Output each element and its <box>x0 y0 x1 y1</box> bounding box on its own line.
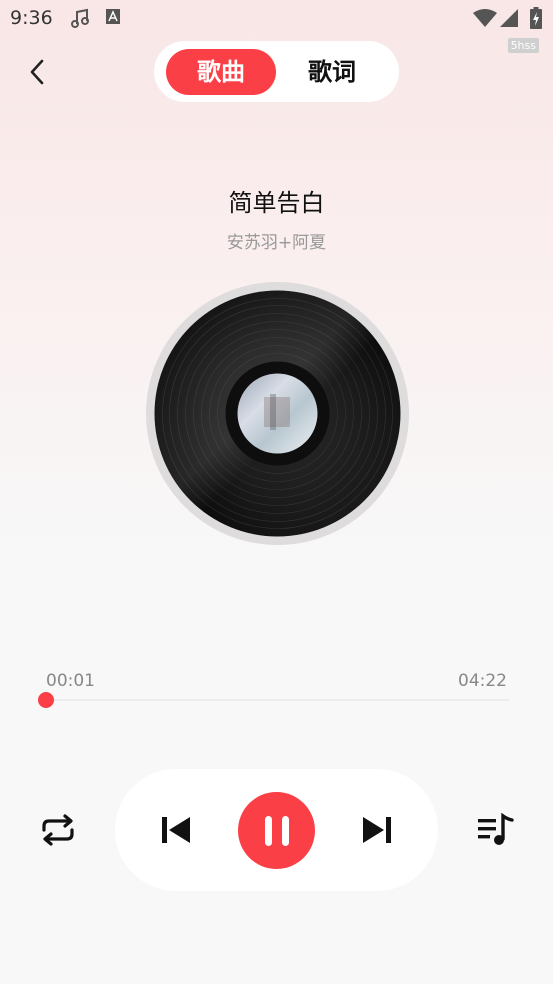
back-button[interactable] <box>20 52 54 92</box>
skip-next-icon <box>363 817 391 843</box>
repeat-icon <box>42 814 74 846</box>
watermark-badge: 5hss <box>507 38 539 53</box>
pause-icon <box>264 815 289 846</box>
a-letter-icon <box>105 8 121 30</box>
repeat-button[interactable] <box>36 810 80 850</box>
battery-charging-icon <box>530 7 542 33</box>
status-bar: 9:36 <box>0 0 553 38</box>
status-time: 9:36 <box>10 7 53 29</box>
next-button[interactable] <box>357 810 397 850</box>
playlist-button[interactable] <box>474 810 516 850</box>
tab-lyrics[interactable]: 歌词 <box>282 49 382 95</box>
song-title: 简单告白 <box>228 189 325 217</box>
song-artist: 安苏羽+阿夏 <box>226 233 327 253</box>
pause-button[interactable] <box>238 792 315 869</box>
previous-button[interactable] <box>156 810 196 850</box>
music-note-icon <box>70 8 90 34</box>
wifi-icon <box>473 9 497 31</box>
back-arrow-icon <box>30 59 44 85</box>
progress-bar[interactable] <box>37 692 509 708</box>
total-time: 04:22 <box>458 671 507 691</box>
playlist-icon <box>478 813 514 845</box>
progress-thumb[interactable] <box>37 692 54 708</box>
signal-icon <box>500 9 518 31</box>
current-time: 00:01 <box>46 671 95 691</box>
skip-previous-icon <box>162 817 190 843</box>
vinyl-disc <box>146 282 409 545</box>
tab-song[interactable]: 歌曲 <box>166 49 276 95</box>
tab-switcher: 歌曲 歌词 <box>154 41 399 102</box>
